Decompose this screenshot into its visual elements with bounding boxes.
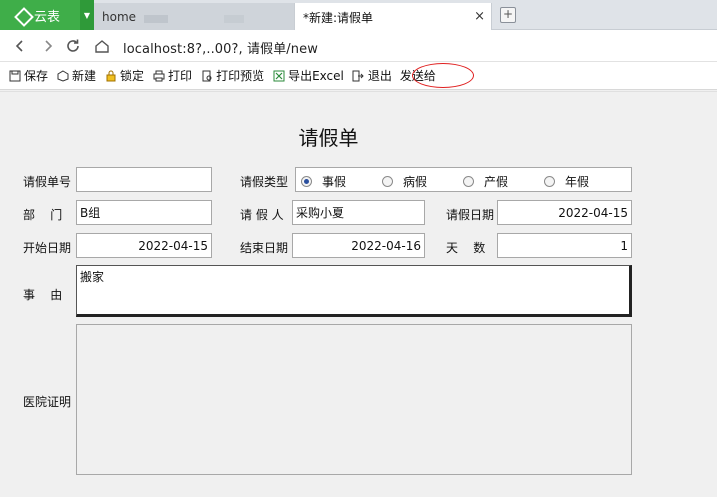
excel-icon [272, 69, 285, 82]
proof-label: 医院证明 [23, 395, 72, 409]
end-date-label: 结束日期 [240, 241, 289, 255]
back-icon[interactable] [10, 36, 30, 56]
new-tab-button[interactable]: + [500, 7, 516, 23]
dept-field[interactable]: B组 [76, 200, 212, 225]
days-label: 天 数 [446, 241, 486, 255]
applicant-label: 请 假 人 [240, 208, 284, 222]
reason-textarea[interactable]: 搬家 [76, 265, 632, 317]
app-logo-icon [14, 7, 30, 23]
new-button[interactable]: 新建 [56, 67, 96, 84]
send-to-button[interactable]: 发送给 [400, 67, 436, 84]
save-icon [8, 69, 21, 82]
tab-home[interactable]: home [94, 3, 294, 30]
app-menu-button[interactable]: 云表 [0, 0, 80, 30]
lock-icon [104, 69, 117, 82]
start-date-field[interactable]: 2022-04-15 [76, 233, 212, 258]
browser-tab-bar: 云表 ▼ home *新建:请假单 × + [0, 0, 717, 31]
tab-blur-placeholder [224, 15, 244, 23]
start-date-label: 开始日期 [23, 241, 72, 255]
radio-dot-icon [301, 176, 312, 187]
radio-dot-icon [544, 176, 555, 187]
tab-home-label: home [102, 9, 137, 24]
days-field[interactable]: 1 [497, 233, 632, 258]
save-button[interactable]: 保存 [8, 67, 48, 84]
radio-personal-leave[interactable]: 事假 [301, 173, 346, 190]
tab-leave-form[interactable]: *新建:请假单 × [294, 3, 492, 31]
reason-label: 事 由 [23, 288, 63, 302]
url-field[interactable]: localhost:8?,..00?, 请假单/new [123, 38, 318, 57]
tab-leave-form-label: *新建:请假单 [303, 10, 374, 25]
leave-no-label: 请假单号 [23, 175, 72, 189]
radio-sick-leave[interactable]: 病假 [382, 173, 427, 190]
form-toolbar: 保存 新建 锁定 打印 打印预览 导出Excel 退出 发送给 [0, 62, 717, 90]
leave-date-label: 请假日期 [446, 208, 495, 222]
print-button[interactable]: 打印 [152, 67, 192, 84]
print-icon [152, 69, 165, 82]
leave-type-radio-group: 事假 病假 产假 年假 [295, 167, 632, 192]
exit-icon [352, 69, 365, 82]
radio-dot-icon [463, 176, 474, 187]
radio-label: 产假 [484, 175, 509, 189]
tab-blur-placeholder [144, 15, 168, 23]
send-to-label: 发送给 [399, 69, 436, 83]
exit-button[interactable]: 退出 [352, 67, 392, 84]
exit-label: 退出 [367, 69, 392, 83]
applicant-field[interactable]: 采购小夏 [292, 200, 425, 225]
address-bar: localhost:8?,..00?, 请假单/new [0, 30, 717, 62]
export-excel-button[interactable]: 导出Excel [272, 67, 344, 84]
save-label: 保存 [24, 69, 49, 83]
app-dropdown-chevron-icon[interactable]: ▼ [80, 0, 94, 30]
new-icon [56, 69, 69, 82]
leave-date-field[interactable]: 2022-04-15 [497, 200, 632, 225]
forward-icon[interactable] [38, 36, 58, 56]
lock-label: 锁定 [120, 69, 145, 83]
print-preview-icon [200, 69, 213, 82]
radio-maternity-leave[interactable]: 产假 [463, 173, 508, 190]
print-preview-button[interactable]: 打印预览 [200, 67, 264, 84]
new-label: 新建 [72, 69, 97, 83]
app-name: 云表 [34, 9, 61, 25]
refresh-icon[interactable] [63, 36, 83, 56]
radio-annual-leave[interactable]: 年假 [544, 173, 589, 190]
close-icon[interactable]: × [474, 9, 485, 24]
leave-no-field[interactable] [76, 167, 212, 192]
dept-label: 部 门 [23, 208, 63, 222]
radio-label: 年假 [565, 175, 590, 189]
radio-dot-icon [382, 176, 393, 187]
home-icon[interactable] [92, 36, 112, 56]
export-excel-label: 导出Excel [288, 69, 344, 83]
hospital-proof-upload-area[interactable] [76, 324, 632, 475]
print-preview-label: 打印预览 [216, 69, 265, 83]
lock-button[interactable]: 锁定 [104, 67, 144, 84]
leave-type-label: 请假类型 [240, 175, 289, 189]
radio-label: 事假 [322, 175, 347, 189]
radio-label: 病假 [403, 175, 428, 189]
print-label: 打印 [168, 69, 193, 83]
end-date-field[interactable]: 2022-04-16 [292, 233, 425, 258]
page-title: 请假单 [298, 126, 359, 150]
